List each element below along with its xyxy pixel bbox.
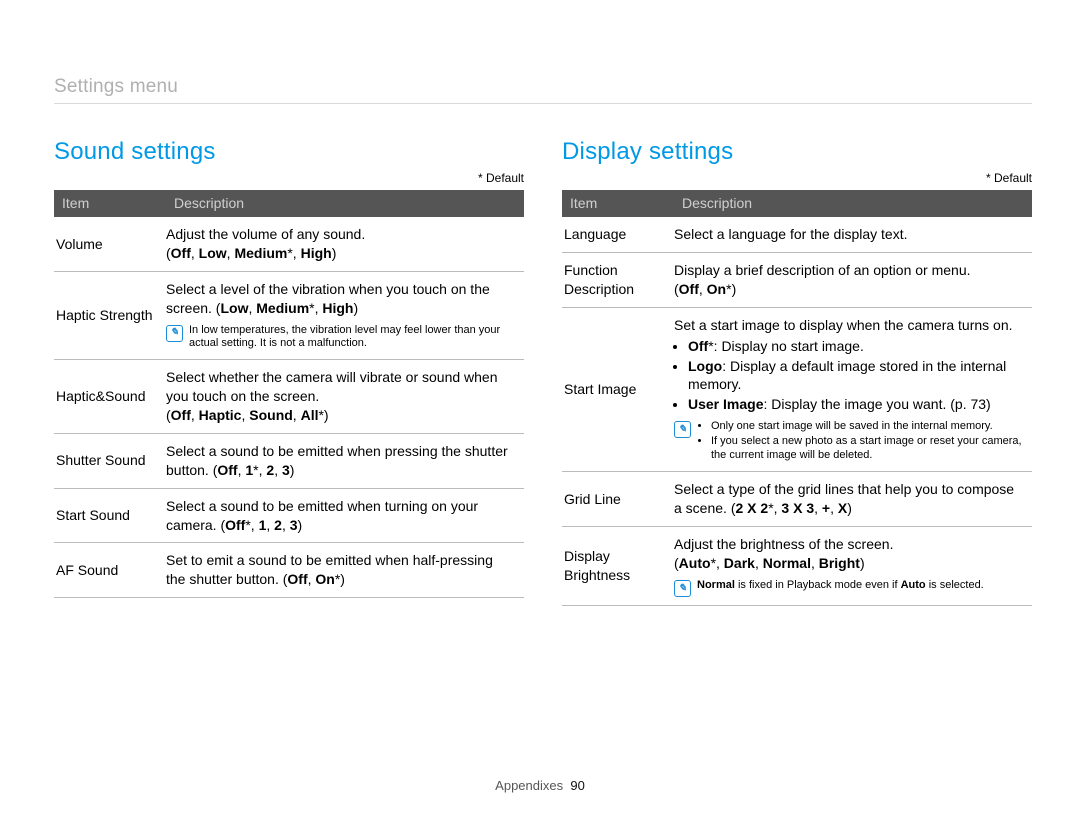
desc-text: Set a start image to display when the ca… [674,316,1024,335]
sound-heading: Sound settings [54,136,524,168]
desc-cell: Adjust the brightness of the screen.(Aut… [674,527,1032,606]
note-icon: ✎ [166,325,183,342]
item-cell: Grid Line [562,472,674,527]
desc-text: Display a brief description of an option… [674,261,1024,280]
options: (Off, Low, Medium*, High) [166,244,516,263]
table-row: AF SoundSet to emit a sound to be emitte… [54,543,524,598]
table-header-row: Item Description [54,190,524,217]
list-item: If you select a new photo as a start ima… [711,435,1024,463]
desc-text: Adjust the brightness of the screen. [674,535,1024,554]
item-cell: Volume [54,217,166,271]
table-row: LanguageSelect a language for the displa… [562,217,1032,252]
item-cell: Display Brightness [562,527,674,606]
desc-text: Select a sound to be emitted when pressi… [166,442,516,480]
breadcrumb: Settings menu [54,74,1032,104]
note-icon: ✎ [674,421,691,438]
desc-cell: Select a type of the grid lines that hel… [674,472,1032,527]
content-columns: Sound settings * Default Item Descriptio… [54,136,1032,606]
list-item: User Image: Display the image you want. … [688,395,1024,414]
note: ✎ In low temperatures, the vibration leve… [166,324,516,352]
options: (Auto*, Dark, Normal, Bright) [674,554,1024,573]
table-row: VolumeAdjust the volume of any sound.(Of… [54,217,524,271]
note: ✎ Normal is fixed in Playback mode even i… [674,579,1024,597]
list-item: Off*: Display no start image. [688,337,1024,356]
table-row: Function DescriptionDisplay a brief desc… [562,253,1032,308]
table-row: Start ImageSet a start image to display … [562,307,1032,472]
options: (Off, On*) [674,280,1024,299]
page-number: 90 [570,778,584,793]
desc-cell: Display a brief description of an option… [674,253,1032,308]
page-footer: Appendixes 90 [0,777,1080,795]
note: ✎ Only one start image will be saved in t… [674,420,1024,463]
table-row: Display BrightnessAdjust the brightness … [562,527,1032,606]
item-cell: Start Image [562,307,674,472]
desc-cell: Select whether the camera will vibrate o… [166,360,524,434]
desc-text: Select a type of the grid lines that hel… [674,480,1024,518]
options: (Off, Haptic, Sound, All*) [166,406,516,425]
manual-page: Settings menu Sound settings * Default I… [0,0,1080,815]
desc-text: Select a language for the display text. [674,225,1024,244]
col-desc: Description [674,190,1032,217]
note-text: In low temperatures, the vibration level… [189,324,516,352]
table-row: Haptic StrengthSelect a level of the vib… [54,271,524,359]
display-table: Item Description LanguageSelect a langua… [562,190,1032,606]
item-cell: AF Sound [54,543,166,598]
table-row: Grid LineSelect a type of the grid lines… [562,472,1032,527]
item-cell: Start Sound [54,488,166,543]
desc-cell: Select a sound to be emitted when pressi… [166,433,524,488]
table-row: Shutter SoundSelect a sound to be emitte… [54,433,524,488]
desc-text: Select a sound to be emitted when turnin… [166,497,516,535]
desc-cell: Select a level of the vibration when you… [166,271,524,359]
desc-cell: Adjust the volume of any sound.(Off, Low… [166,217,524,271]
desc-text: Select whether the camera will vibrate o… [166,368,516,406]
default-note: * Default [562,170,1032,186]
col-item: Item [562,190,674,217]
table-header-row: Item Description [562,190,1032,217]
item-cell: Haptic Strength [54,271,166,359]
sound-column: Sound settings * Default Item Descriptio… [54,136,524,606]
desc-cell: Set a start image to display when the ca… [674,307,1032,472]
item-cell: Language [562,217,674,252]
table-row: Haptic&SoundSelect whether the camera wi… [54,360,524,434]
note-list: Only one start image will be saved in th… [697,420,1024,463]
note-icon: ✎ [674,580,691,597]
list-item: Logo: Display a default image stored in … [688,357,1024,395]
desc-cell: Select a sound to be emitted when turnin… [166,488,524,543]
default-note: * Default [54,170,524,186]
sound-table: Item Description VolumeAdjust the volume… [54,190,524,598]
footer-section: Appendixes [495,778,563,793]
desc-cell: Select a language for the display text. [674,217,1032,252]
desc-text: Set to emit a sound to be emitted when h… [166,551,516,589]
table-row: Start SoundSelect a sound to be emitted … [54,488,524,543]
item-cell: Shutter Sound [54,433,166,488]
col-item: Item [54,190,166,217]
display-column: Display settings * Default Item Descript… [562,136,1032,606]
col-desc: Description [166,190,524,217]
item-cell: Function Description [562,253,674,308]
item-cell: Haptic&Sound [54,360,166,434]
list-item: Only one start image will be saved in th… [711,420,1024,434]
desc-cell: Set to emit a sound to be emitted when h… [166,543,524,598]
desc-text: Adjust the volume of any sound. [166,225,516,244]
display-heading: Display settings [562,136,1032,168]
note-text: Normal is fixed in Playback mode even if… [697,579,984,593]
desc-text: Select a level of the vibration when you… [166,280,516,318]
desc-bullets: Off*: Display no start image.Logo: Displ… [688,337,1024,415]
